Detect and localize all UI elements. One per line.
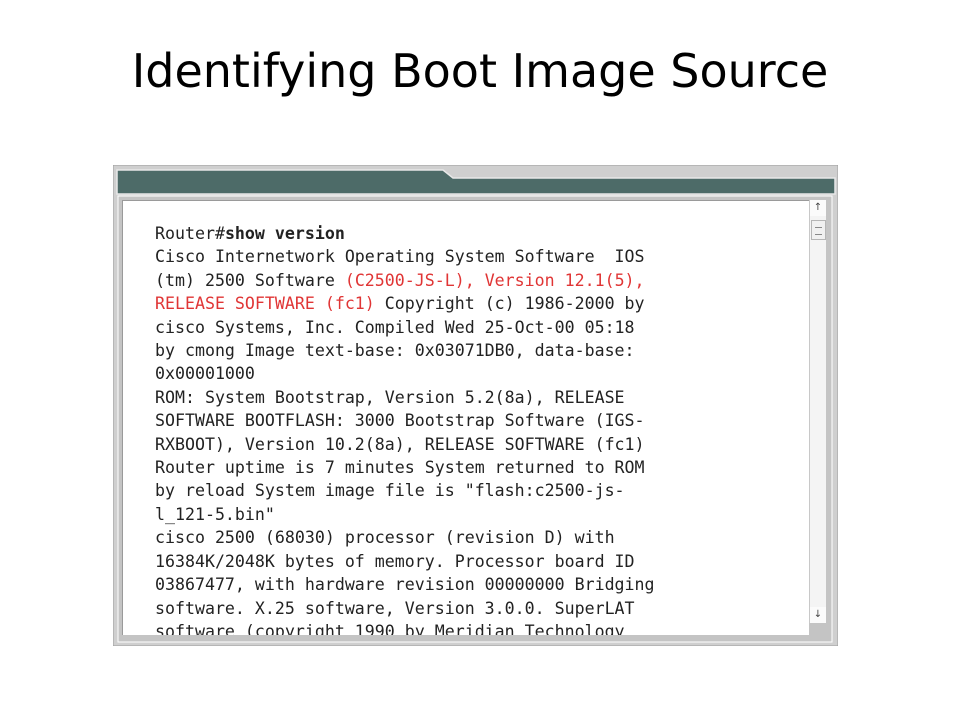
cli-command: show version: [224, 224, 345, 243]
output-line: Cisco Internetwork Operating System Soft…: [155, 247, 645, 267]
arrow-up-icon: ↑: [813, 202, 823, 213]
output-line: RXBOOT), Version 10.2(8a), RELEASE SOFTW…: [155, 434, 645, 454]
output-line: Router uptime is 7 minutes System return…: [155, 458, 645, 478]
output-line: 16384K/2048K bytes of memory. Processor …: [155, 551, 635, 571]
output-line: by cmong Image text-base: 0x03071DB0, da…: [155, 341, 635, 361]
highlight-release: RELEASE SOFTWARE (fc1): [155, 294, 375, 314]
terminal-output[interactable]: Router#show version Cisco Internetwork O…: [122, 200, 809, 635]
highlight-image-version: (C2500-JS-L), Version 12.1(5),: [344, 270, 645, 290]
output-line: ROM: System Bootstrap, Version 5.2(8a), …: [155, 387, 625, 407]
scroll-up-button[interactable]: ↑: [810, 200, 826, 216]
output-line: software (copyright 1990 by Meridian Tec…: [155, 621, 625, 635]
output-line: 0x00001000: [155, 364, 255, 384]
slide-title: Identifying Boot Image Source: [131, 44, 829, 98]
output-line: cisco Systems, Inc. Compiled Wed 25-Oct-…: [155, 317, 635, 337]
output-line: (tm) 2500 Software: [155, 270, 345, 290]
output-line: l_121-5.bin": [155, 504, 275, 524]
terminal-window: Router#show version Cisco Internetwork O…: [113, 165, 838, 646]
output-line: SOFTWARE BOOTFLASH: 3000 Bootstrap Softw…: [155, 411, 645, 431]
output-line: by reload System image file is "flash:c2…: [155, 481, 625, 501]
scroll-down-button[interactable]: ↓: [810, 607, 826, 623]
arrow-down-icon: ↓: [813, 609, 823, 620]
output-line: 03867477, with hardware revision 0000000…: [155, 575, 655, 595]
grip-icon: [815, 227, 822, 235]
scroll-thumb[interactable]: [811, 220, 826, 240]
output-line: cisco 2500 (68030) processor (revision D…: [155, 528, 615, 548]
terminal-text: Router#show version Cisco Internetwork O…: [155, 222, 655, 635]
cli-prompt: Router#: [155, 224, 225, 243]
vertical-scrollbar[interactable]: ↑ ↓: [809, 200, 826, 623]
output-line: Copyright (c) 1986-2000 by: [374, 294, 645, 314]
output-line: software. X.25 software, Version 3.0.0. …: [155, 598, 635, 618]
